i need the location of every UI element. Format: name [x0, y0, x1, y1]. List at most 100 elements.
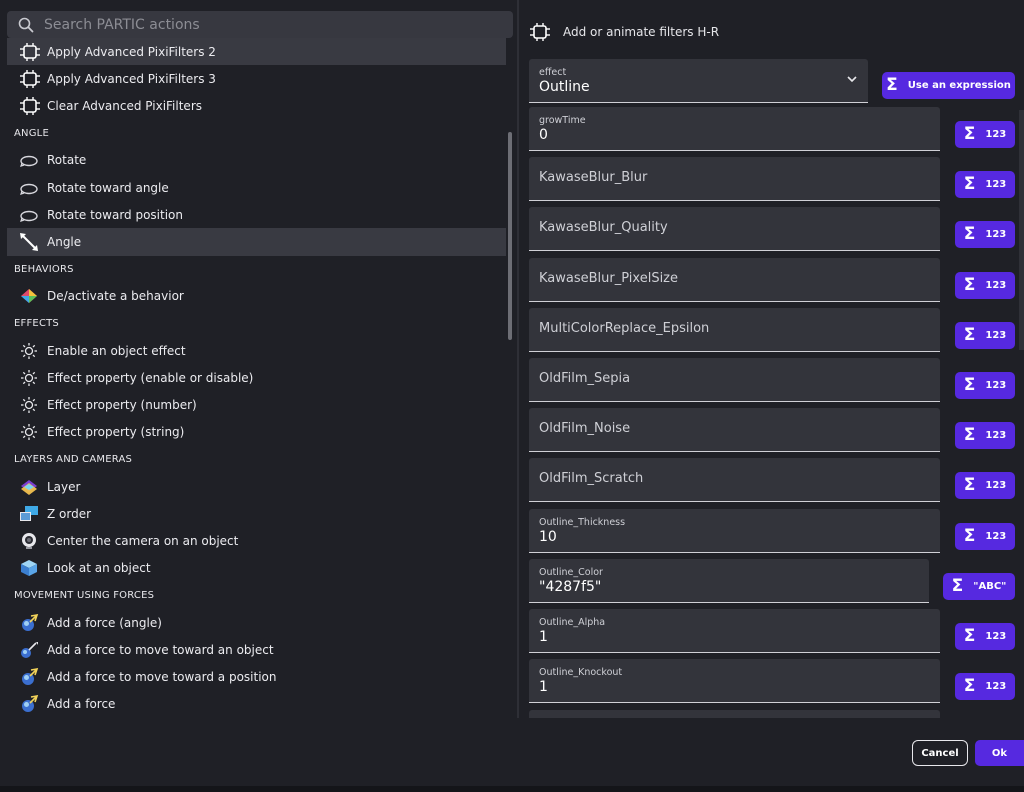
category-header: BEHAVIORS — [14, 263, 74, 275]
parameter-label: Outline_Knockout — [539, 667, 623, 678]
parameter-field[interactable]: growTime 0 — [529, 107, 940, 151]
camera-icon — [19, 531, 43, 551]
action-item-label: Enable an object effect — [47, 343, 186, 358]
sigma-icon: Σ — [963, 124, 976, 144]
parameter-value: "4287f5" — [539, 579, 602, 595]
effect-value: Outline — [539, 79, 590, 95]
actions-panel: Apply Advanced PixiFilters 2 Apply Advanc… — [0, 0, 517, 718]
expression-button[interactable]: Σ 123 — [955, 673, 1015, 700]
expression-button[interactable]: Σ 123 — [955, 221, 1015, 248]
action-item[interactable]: Clear Advanced PixiFilters — [7, 92, 506, 119]
action-item-label: Look at an object — [47, 561, 151, 576]
parameter-field[interactable]: OldFilm_Scratch — [529, 458, 940, 502]
action-item[interactable]: Rotate — [7, 147, 506, 174]
parameter-field[interactable]: MultiColorReplace_Epsilon — [529, 308, 940, 352]
expression-button[interactable]: Σ 123 — [955, 422, 1015, 449]
expression-button[interactable]: Σ 123 — [955, 472, 1015, 499]
expression-type-label: 123 — [985, 280, 1007, 291]
expression-type-label: 123 — [985, 229, 1007, 240]
action-item-label: Add a force to move toward a position — [47, 669, 277, 684]
sigma-icon: Σ — [951, 576, 964, 596]
search-input[interactable] — [44, 16, 484, 33]
parameter-field[interactable]: Outline_Knockout 1 — [529, 659, 940, 703]
pixifilter-icon — [19, 42, 43, 62]
action-item[interactable]: De/activate a behavior — [7, 283, 506, 310]
sigma-icon: Σ — [963, 275, 976, 295]
expression-button[interactable]: Σ 123 — [955, 523, 1015, 550]
expression-button[interactable]: Σ "ABC" — [943, 573, 1015, 600]
parameter-value: 1 — [539, 629, 548, 645]
parameter-label: Outline_Alpha — [539, 617, 606, 628]
action-item[interactable]: Add a force (angle) — [7, 609, 506, 636]
expression-button[interactable]: Σ 123 — [955, 372, 1015, 399]
effect-icon — [19, 368, 43, 388]
parameter-value: 0 — [539, 127, 548, 143]
sigma-icon: Σ — [963, 375, 976, 395]
angle-icon — [19, 232, 43, 252]
action-item[interactable]: Apply Advanced PixiFilters 2 — [7, 38, 506, 66]
action-item[interactable]: Apply Advanced PixiFilters 3 — [7, 65, 506, 92]
category-header: ANGLE — [14, 127, 49, 139]
action-item[interactable]: Rotate toward position — [7, 201, 506, 228]
action-item[interactable]: Angle — [7, 228, 506, 256]
action-item-label: Effect property (string) — [47, 425, 185, 440]
parameter-field[interactable]: KawaseBlur_PixelSize — [529, 258, 940, 302]
parameter-field[interactable]: OldFilm_Sepia — [529, 358, 940, 402]
parameter-field[interactable]: KawaseBlur_Quality — [529, 207, 940, 251]
next-field-partial[interactable] — [529, 710, 940, 718]
force-icon — [19, 613, 43, 633]
sigma-icon: Σ — [963, 626, 976, 646]
action-item[interactable]: Effect property (enable or disable) — [7, 364, 506, 391]
action-item[interactable]: Enable an object effect — [7, 337, 506, 364]
action-item[interactable]: Z order — [7, 500, 506, 527]
action-item[interactable]: Add a force to move toward an object — [7, 636, 506, 663]
use-expression-button[interactable]: Σ Use an expression — [882, 72, 1015, 99]
parameter-field[interactable]: Outline_Color "4287f5" — [529, 559, 929, 603]
expression-button[interactable]: Σ 123 — [955, 121, 1015, 148]
list-scrollbar[interactable] — [508, 132, 512, 340]
expression-type-label: 123 — [985, 681, 1007, 692]
cancel-button[interactable]: Cancel — [912, 740, 968, 766]
sigma-icon: Σ — [963, 224, 976, 244]
parameter-field[interactable]: OldFilm_Noise — [529, 408, 940, 452]
expression-button[interactable]: Σ 123 — [955, 322, 1015, 349]
search-icon — [18, 17, 34, 32]
action-item[interactable]: Add a force to move toward a position — [7, 663, 506, 690]
expression-type-label: "ABC" — [973, 581, 1007, 592]
parameter-field[interactable]: Outline_Thickness 10 — [529, 509, 940, 553]
parameters-scrollbar[interactable] — [1019, 110, 1024, 350]
expression-button[interactable]: Σ 123 — [955, 272, 1015, 299]
effect-select[interactable]: effect Outline — [529, 59, 868, 103]
action-item-label: De/activate a behavior — [47, 289, 184, 304]
action-item[interactable]: Add a force — [7, 691, 506, 718]
force-icon — [19, 667, 43, 687]
parameter-placeholder: KawaseBlur_PixelSize — [539, 271, 679, 286]
action-item[interactable]: Rotate toward angle — [7, 174, 506, 201]
parameter-field[interactable]: KawaseBlur_Blur — [529, 157, 940, 201]
cube-icon — [19, 558, 43, 578]
action-item-label: Rotate toward position — [47, 207, 184, 222]
expression-type-label: 123 — [985, 531, 1007, 542]
parameter-value: 10 — [539, 529, 557, 545]
action-item-label: Apply Advanced PixiFilters 3 — [47, 71, 216, 86]
parameter-placeholder: OldFilm_Noise — [539, 421, 631, 436]
action-item[interactable]: Effect property (number) — [7, 391, 506, 418]
action-item[interactable]: Center the camera on an object — [7, 527, 506, 554]
action-item[interactable]: Layer — [7, 473, 506, 500]
sigma-icon: Σ — [963, 174, 976, 194]
parameter-label: Outline_Thickness — [539, 517, 626, 528]
action-item-label: Z order — [47, 506, 92, 521]
expression-type-label: 123 — [985, 129, 1007, 140]
parameter-field[interactable]: Outline_Alpha 1 — [529, 609, 940, 653]
expression-type-label: 123 — [985, 380, 1007, 391]
action-item-label: Clear Advanced PixiFilters — [47, 98, 202, 113]
search-bar[interactable] — [7, 11, 513, 38]
action-item[interactable]: Look at an object — [7, 555, 506, 582]
expression-type-label: 123 — [985, 631, 1007, 642]
expression-button[interactable]: Σ 123 — [955, 171, 1015, 198]
ok-button[interactable]: Ok — [975, 740, 1024, 766]
action-item[interactable]: Effect property (string) — [7, 419, 506, 446]
expression-button[interactable]: Σ 123 — [955, 623, 1015, 650]
action-list: Apply Advanced PixiFilters 2 Apply Advanc… — [7, 38, 506, 718]
parameter-placeholder: KawaseBlur_Quality — [539, 220, 668, 235]
